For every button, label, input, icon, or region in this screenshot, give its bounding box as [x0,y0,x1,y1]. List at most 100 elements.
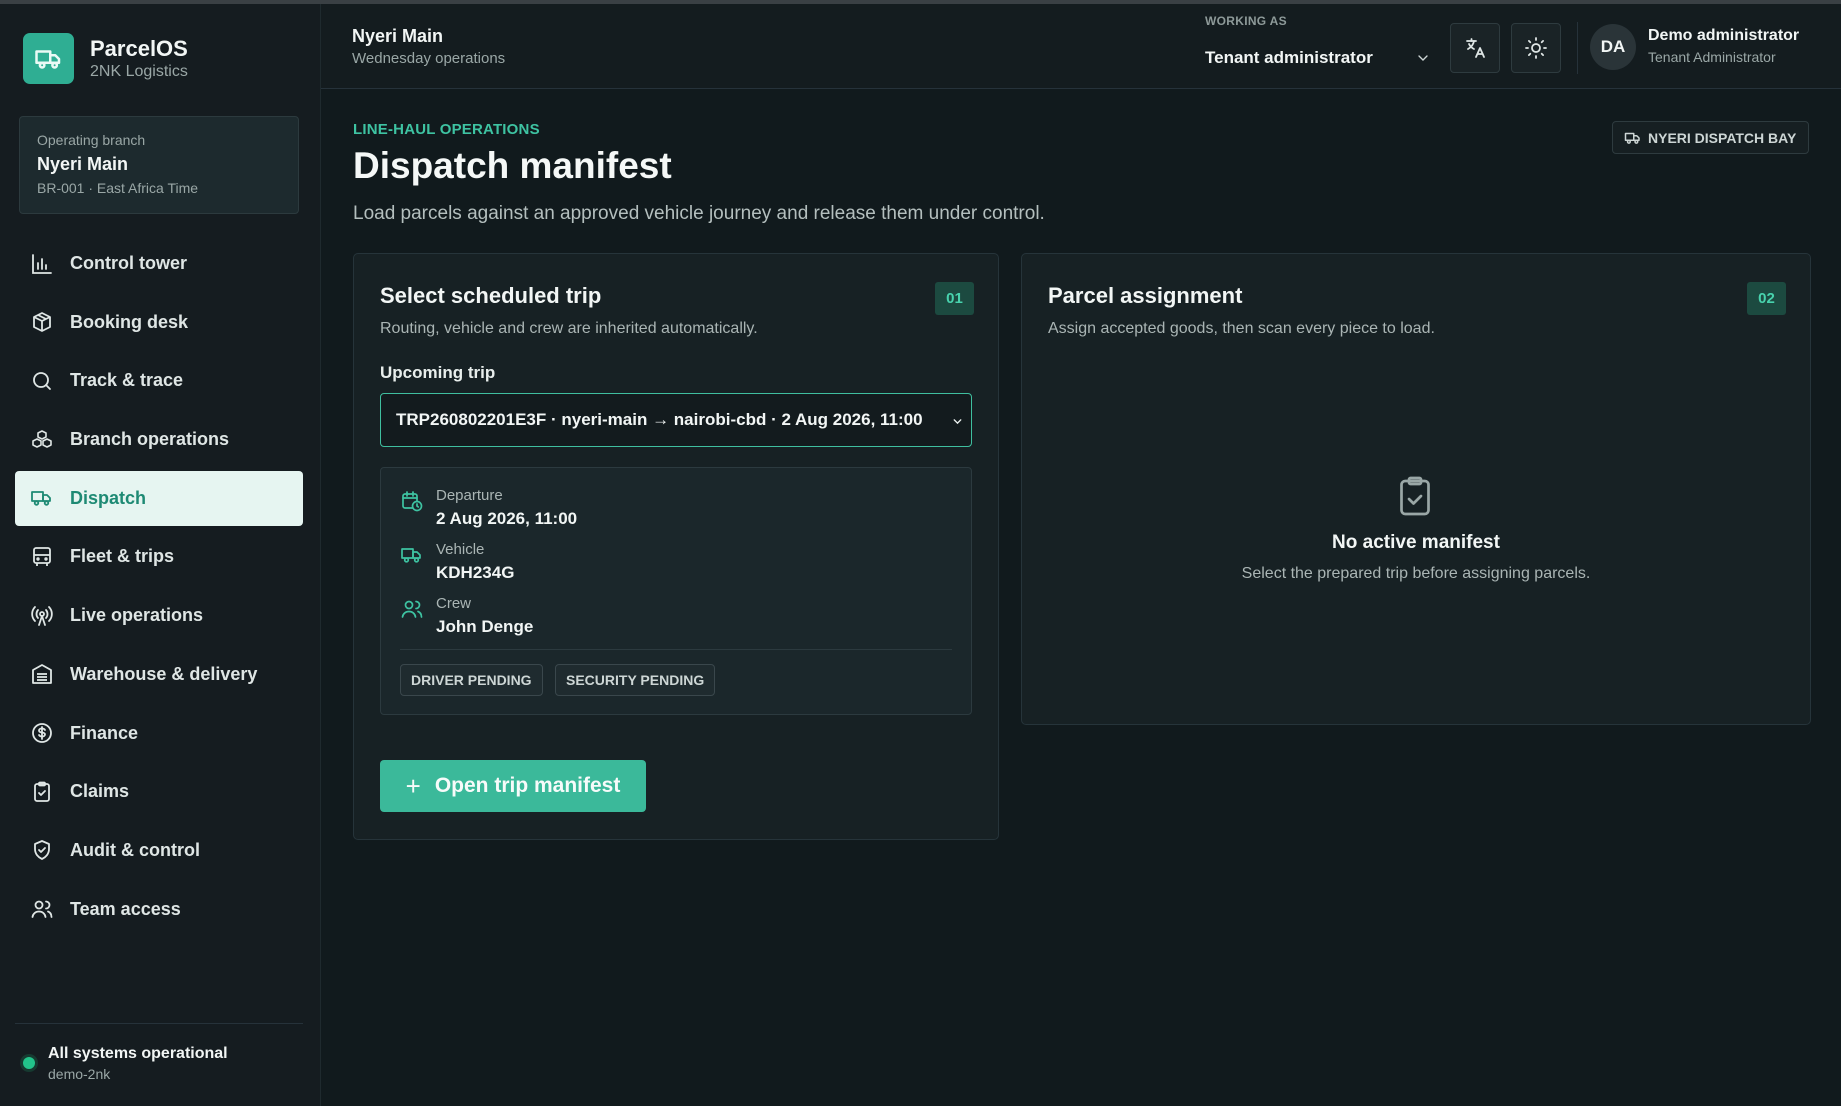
driver-status-badge: DRIVER PENDING [400,664,543,696]
package-icon [33,312,51,333]
upcoming-trip-select[interactable]: TRP260802201E3F · nyeri-main → nairobi-c… [380,393,972,447]
trip-details-divider [400,649,952,650]
nav-label: Track & trace [70,370,184,391]
boxes-icon [32,429,52,448]
nav-item-track-trace[interactable]: Track & trace [15,353,303,408]
page-description: Load parcels against an approved vehicle… [353,203,1045,224]
nav-item-booking-desk[interactable]: Booking desk [15,295,303,350]
nav-label: Dispatch [70,487,147,508]
parcel-card-subtitle: Assign accepted goods, then scan every p… [1048,320,1435,337]
trip-details: Departure 2 Aug 2026, 11:00 Vehicle KDH2… [380,467,972,715]
nav-item-control-tower[interactable]: Control tower [15,236,303,291]
radio-tower-icon [31,605,53,626]
crew-row: Crew John Denge [400,595,533,638]
truck-icon [401,548,421,563]
nav-label: Finance [70,722,139,743]
open-trip-manifest-label: Open trip manifest [434,774,621,797]
departure-row: Departure 2 Aug 2026, 11:00 [400,487,577,530]
nav-label: Fleet & trips [70,546,175,567]
bus-icon [33,547,51,566]
nav-item-branch-operations[interactable]: Branch operations [15,412,303,467]
branch-meta: BR-001 · East Africa Time [37,180,199,196]
clipboard-check-icon [34,781,50,802]
nav-item-fleet-trips[interactable]: Fleet & trips [15,529,303,584]
security-status-badge: SECURITY PENDING [555,664,716,696]
avatar[interactable]: DA [1590,24,1636,70]
dispatch-bay-label: NYERI DISPATCH BAY [1648,129,1797,146]
working-as-value: Tenant administrator [1205,48,1373,67]
upcoming-trip-label: Upcoming trip [380,363,496,382]
user-role: Tenant Administrator [1648,49,1776,65]
users-icon [401,600,423,618]
parcel-card-title: Parcel assignment [1048,283,1243,308]
system-status: All systems operational demo-2nk [23,1043,228,1083]
theme-toggle-button[interactable] [1511,23,1561,73]
working-as-caption: WORKING AS [1205,14,1287,28]
top-bar: Nyeri Main Wednesday operations WORKING … [321,4,1841,89]
plus-icon: + [405,771,421,801]
system-status-text: All systems operational [48,1045,228,1062]
departure-caption: Departure [436,487,503,504]
brand[interactable]: ParcelOS 2NK Logistics [23,33,188,84]
org-name: 2NK Logistics [90,62,188,80]
chevron-down-icon [1418,55,1428,61]
truck-icon [31,491,51,506]
language-button[interactable] [1450,23,1500,73]
nav-label: Audit & control [70,839,200,860]
empty-state-title: No active manifest [1332,532,1500,553]
nav-label: Branch operations [70,429,230,450]
upcoming-trip-value: TRP260802201E3F · nyeri-main → nairobi-c… [396,410,923,429]
nav-label: Live operations [70,605,204,626]
calendar-clock-icon [402,491,423,512]
nav-item-claims[interactable]: Claims [15,764,303,819]
open-trip-manifest-button[interactable]: + Open trip manifest [380,760,646,812]
bar-chart-icon [32,253,52,274]
main-nav: Control tower Booking desk Track & trace… [15,236,303,940]
working-as-select[interactable]: Tenant administrator [1205,48,1431,68]
nav-label: Warehouse & delivery [70,663,258,684]
users-icon [31,900,53,918]
page-title: Dispatch manifest [353,145,672,186]
nav-label: Booking desk [70,311,189,332]
truck-logo-icon [23,33,74,84]
search-icon [33,371,51,390]
nav-item-audit-control[interactable]: Audit & control [15,823,303,878]
crew-value: John Denge [436,617,534,636]
nav-item-finance[interactable]: Finance [15,706,303,761]
trip-card-subtitle: Routing, vehicle and crew are inherited … [380,320,758,337]
departure-value: 2 Aug 2026, 11:00 [436,509,578,528]
nav-item-live-operations[interactable]: Live operations [15,588,303,643]
clipboard-check-icon [1397,475,1433,522]
trip-card-title: Select scheduled trip [380,283,602,308]
vehicle-value: KDH234G [436,563,515,582]
app-name: ParcelOS [90,35,188,61]
vehicle-caption: Vehicle [436,541,485,558]
status-dot-icon [23,1057,35,1069]
chevron-down-icon [953,419,962,425]
topbar-divider [1577,22,1578,74]
step-badge: 02 [1747,282,1786,315]
branch-name: Nyeri Main [37,154,129,174]
warehouse-icon [32,664,52,685]
truck-icon [1624,132,1640,144]
topbar-subtitle: Wednesday operations [352,50,506,67]
sun-icon [1525,37,1547,59]
nav-label: Control tower [70,253,187,273]
empty-state-subtitle: Select the prepared trip before assignin… [1241,565,1591,582]
branch-card[interactable]: Operating branch Nyeri Main BR-001 · Eas… [19,116,299,214]
sidebar-divider [15,1023,303,1024]
topbar-title: Nyeri Main [352,26,444,46]
step-badge: 01 [935,282,974,315]
dollar-circle-icon [32,723,52,743]
nav-item-team-access[interactable]: Team access [15,882,303,937]
nav-item-dispatch[interactable]: Dispatch [15,470,303,526]
shield-check-icon [34,840,50,861]
nav-label: Claims [70,781,130,802]
user-name[interactable]: Demo administrator [1648,27,1799,45]
nav-item-warehouse-delivery[interactable]: Warehouse & delivery [15,647,303,702]
sidebar: ParcelOS 2NK Logistics Operating branch … [0,4,321,1106]
vehicle-row: Vehicle KDH234G [400,541,514,584]
crew-caption: Crew [436,595,472,612]
tenant-id: demo-2nk [48,1066,111,1082]
dispatch-bay-badge: NYERI DISPATCH BAY [1612,121,1810,154]
